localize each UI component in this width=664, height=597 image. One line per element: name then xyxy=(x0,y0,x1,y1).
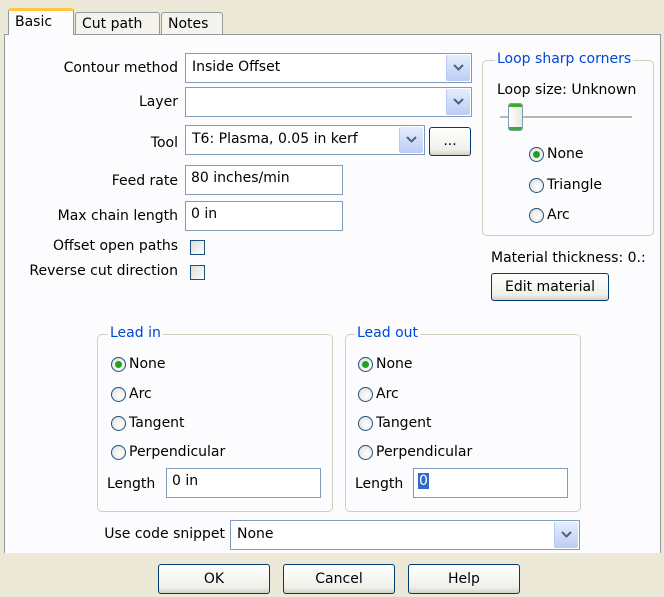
feed-rate-label: Feed rate xyxy=(111,173,178,189)
edit-material-label: Edit material xyxy=(505,279,595,295)
lead-in-perpendicular-radio[interactable] xyxy=(111,445,126,460)
loop-triangle-radio[interactable] xyxy=(529,178,544,193)
cancel-button[interactable]: Cancel xyxy=(283,564,395,594)
code-snippet-label: Use code snippet xyxy=(104,526,225,542)
loop-sharp-corners-title: Loop sharp corners xyxy=(495,51,634,67)
tab-basic[interactable]: Basic xyxy=(8,8,74,35)
tab-cut-path[interactable]: Cut path xyxy=(75,12,160,34)
chevron-down-icon[interactable] xyxy=(399,127,423,153)
code-snippet-dropdown[interactable]: None xyxy=(230,520,580,550)
tool-value: T6: Plasma, 0.05 in kerf xyxy=(192,131,358,147)
lead-in-arc-radio[interactable] xyxy=(111,387,126,402)
chevron-down-icon[interactable] xyxy=(554,522,578,548)
lead-in-length-field[interactable]: 0 in xyxy=(166,468,321,498)
lead-out-length-label: Length xyxy=(355,476,404,492)
contour-method-dropdown[interactable]: Inside Offset xyxy=(185,53,472,83)
lead-out-tangent-radio[interactable] xyxy=(358,416,373,431)
tab-notes[interactable]: Notes xyxy=(161,12,223,34)
lead-out-none-label: None xyxy=(376,356,413,372)
lead-out-tangent-label: Tangent xyxy=(376,415,432,431)
help-button[interactable]: Help xyxy=(408,564,520,594)
lead-in-arc-label: Arc xyxy=(129,386,152,402)
offset-open-paths-label: Offset open paths xyxy=(52,238,178,254)
lead-in-length-label: Length xyxy=(107,476,156,492)
lead-out-perpendicular-radio[interactable] xyxy=(358,445,373,460)
layer-label: Layer xyxy=(138,94,178,110)
chevron-down-icon[interactable] xyxy=(446,55,470,81)
reverse-cut-direction-label: Reverse cut direction xyxy=(29,263,178,279)
offset-open-paths-checkbox[interactable] xyxy=(190,240,205,255)
tool-browse-label: ... xyxy=(443,133,457,149)
edit-material-button[interactable]: Edit material xyxy=(491,273,609,301)
lead-in-perpendicular-label: Perpendicular xyxy=(129,444,226,460)
lead-out-perpendicular-label: Perpendicular xyxy=(376,444,473,460)
lead-in-tangent-label: Tangent xyxy=(129,415,185,431)
lead-out-arc-label: Arc xyxy=(376,386,399,402)
lead-in-none-radio[interactable] xyxy=(111,357,126,372)
chevron-down-icon[interactable] xyxy=(446,89,470,115)
material-thickness-label: Material thickness: 0.: xyxy=(491,250,646,266)
lead-in-tangent-radio[interactable] xyxy=(111,416,126,431)
lead-out-length-selected-text: 0 xyxy=(418,473,429,489)
ok-label: OK xyxy=(203,571,225,587)
max-chain-length-field[interactable]: 0 in xyxy=(185,201,343,231)
tab-notes-label: Notes xyxy=(168,16,209,32)
loop-arc-label: Arc xyxy=(547,207,570,223)
loop-arc-radio[interactable] xyxy=(529,208,544,223)
loop-size-slider-thumb[interactable] xyxy=(508,103,523,131)
lead-out-none-radio[interactable] xyxy=(358,357,373,372)
tool-browse-button[interactable]: ... xyxy=(429,127,471,156)
tab-basic-label: Basic xyxy=(15,14,53,30)
lead-out-length-field[interactable]: 0 xyxy=(413,468,568,498)
layer-dropdown[interactable] xyxy=(185,87,472,117)
feed-rate-field[interactable]: 80 inches/min xyxy=(185,165,343,195)
loop-triangle-label: Triangle xyxy=(547,177,602,193)
lead-out-arc-radio[interactable] xyxy=(358,387,373,402)
ok-button[interactable]: OK xyxy=(158,564,270,594)
tool-dropdown[interactable]: T6: Plasma, 0.05 in kerf xyxy=(185,125,425,155)
loop-none-radio[interactable] xyxy=(529,147,544,162)
lead-in-title: Lead in xyxy=(108,325,163,341)
loop-size-label: Loop size: Unknown xyxy=(497,82,637,98)
reverse-cut-direction-checkbox[interactable] xyxy=(190,265,205,280)
tab-cut-path-label: Cut path xyxy=(82,16,143,32)
tool-label: Tool xyxy=(150,135,178,151)
cancel-label: Cancel xyxy=(315,571,363,587)
contour-method-value: Inside Offset xyxy=(192,59,281,75)
code-snippet-value: None xyxy=(237,526,274,542)
contour-method-label: Contour method xyxy=(63,60,178,76)
lead-in-none-label: None xyxy=(129,356,166,372)
lead-out-title: Lead out xyxy=(355,325,421,341)
loop-none-label: None xyxy=(547,146,584,162)
max-chain-length-label: Max chain length xyxy=(57,208,178,224)
help-label: Help xyxy=(448,571,480,587)
